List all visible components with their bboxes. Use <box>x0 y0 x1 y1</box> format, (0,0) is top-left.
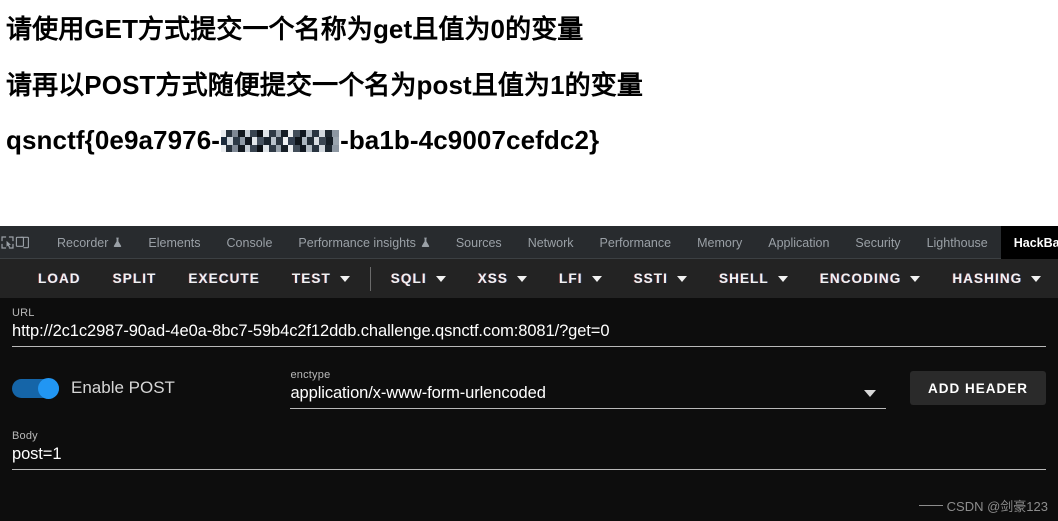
hackbar-load-button[interactable]: LOAD <box>22 259 97 298</box>
toggle-knob <box>38 377 59 399</box>
devtools-tab-hackbar[interactable]: HackBar <box>1000 226 1058 259</box>
enctype-label: enctype <box>290 369 331 381</box>
hackbar-toolbar: LOAD SPLIT EXECUTE TEST SQLI XSS LFI SST… <box>0 259 1058 298</box>
devtools-tab-label: Console <box>226 235 273 250</box>
hackbar-lfi-menu[interactable]: LFI <box>543 259 618 298</box>
devtools-tab-sources[interactable]: Sources <box>443 226 515 259</box>
devtools-tab-application[interactable]: Application <box>755 226 842 259</box>
devtools-tab-memory[interactable]: Memory <box>684 226 755 259</box>
devtools-tab-label: Memory <box>697 235 743 250</box>
hackbar-button-label: HASHING <box>952 271 1023 286</box>
hackbar-hashing-menu[interactable]: HASHING <box>936 259 1057 298</box>
devtools-tab-label: Sources <box>455 235 502 250</box>
body-input[interactable]: post=1 <box>12 445 1046 469</box>
devtools-tab-label: Performance <box>599 235 672 250</box>
challenge-instruction-get: 请使用GET方式提交一个名称为get且值为0的变量 <box>6 14 584 44</box>
watermark-text: CSDN @剑豪123 <box>946 499 1048 514</box>
devtools-tab-label: Lighthouse <box>926 235 988 250</box>
csdn-watermark: CSDN @剑豪123 <box>918 496 1048 515</box>
flag-redacted-mosaic <box>221 130 340 153</box>
devtools-tab-label: Security <box>855 235 901 250</box>
hackbar-test-menu[interactable]: TEST <box>276 259 366 298</box>
devtools-tab-label: Application <box>768 235 830 250</box>
hackbar-button-label: EXECUTE <box>188 271 260 286</box>
flag-suffix: -ba1b-4c9007cefdc2} <box>340 125 600 156</box>
chevron-down-icon <box>676 275 687 282</box>
chevron-down-icon <box>910 275 921 282</box>
enable-post-toggle[interactable]: Enable POST <box>12 377 290 409</box>
devtools-tab-label: Network <box>527 235 574 250</box>
url-underline <box>12 346 1046 347</box>
enctype-underline <box>290 408 886 409</box>
hackbar-execute-button[interactable]: EXECUTE <box>172 259 275 298</box>
flag-prefix: qsnctf{0e9a7976- <box>6 125 221 156</box>
hackbar-sqli-menu[interactable]: SQLI <box>375 259 462 298</box>
devtools-tab-recorder[interactable]: Recorder <box>44 226 135 259</box>
toggle-track[interactable] <box>12 377 59 399</box>
devtools-tab-bar: Recorder Elements Console Performance in… <box>0 226 1058 259</box>
devtools-tab-performance[interactable]: Performance <box>587 226 685 259</box>
chevron-down-icon <box>777 275 788 282</box>
devtools-tab-console[interactable]: Console <box>214 226 286 259</box>
hackbar-shell-menu[interactable]: SHELL <box>703 259 804 298</box>
chevron-down-icon <box>339 275 350 282</box>
add-header-label: ADD HEADER <box>927 380 1028 396</box>
devtools-tab-security[interactable]: Security <box>842 226 913 259</box>
devtools-window: Recorder Elements Console Performance in… <box>0 226 1058 521</box>
hackbar-ssti-menu[interactable]: SSTI <box>618 259 703 298</box>
enctype-value: application/x-www-form-urlencoded <box>290 384 546 402</box>
chevron-down-icon <box>591 275 602 282</box>
devtools-tab-lighthouse[interactable]: Lighthouse <box>914 226 1001 259</box>
chevron-down-icon <box>517 275 528 282</box>
url-field[interactable]: URL http://2c1c2987-90ad-4e0a-8bc7-59b4c… <box>12 298 1046 347</box>
flag-text: qsnctf{0e9a7976- -ba1b-4c9007cefdc2} <box>6 125 1058 156</box>
chevron-down-icon <box>435 275 446 282</box>
devtools-tab-label: Recorder <box>57 235 109 250</box>
hackbar-button-label: SHELL <box>718 271 769 286</box>
flask-icon <box>421 237 430 248</box>
body-label: Body <box>12 430 38 442</box>
hackbar-button-label: SQLI <box>390 271 427 286</box>
hackbar-button-label: XSS <box>477 271 509 286</box>
hackbar-form: URL http://2c1c2987-90ad-4e0a-8bc7-59b4c… <box>0 298 1058 521</box>
hackbar-button-label: ENCODING <box>819 271 902 286</box>
inspect-element-icon[interactable] <box>0 226 15 259</box>
hackbar-button-label: SPLIT <box>112 271 157 286</box>
hackbar-split-button[interactable]: SPLIT <box>97 259 173 298</box>
devtools-tab-network[interactable]: Network <box>515 226 587 259</box>
post-settings-row: Enable POST enctype application/x-www-fo… <box>12 369 1046 409</box>
hackbar-toolbar-divider <box>369 266 371 291</box>
chevron-down-icon <box>1031 275 1042 282</box>
device-toolbar-icon[interactable] <box>15 226 30 259</box>
hackbar-button-label: LOAD <box>38 271 81 286</box>
url-label: URL <box>12 307 35 319</box>
devtools-tab-elements[interactable]: Elements <box>135 226 213 259</box>
hackbar-encoding-menu[interactable]: ENCODING <box>804 259 937 298</box>
devtools-tab-label: Performance insights <box>298 235 416 250</box>
hackbar-button-label: SSTI <box>633 271 668 286</box>
watermark-dash <box>918 505 943 506</box>
hackbar-button-label: TEST <box>291 271 331 286</box>
add-header-button[interactable]: ADD HEADER <box>909 371 1046 405</box>
body-underline <box>12 469 1046 470</box>
devtools-tab-label: HackBar <box>1013 235 1058 250</box>
enctype-select[interactable]: enctype application/x-www-form-urlencode… <box>290 369 886 409</box>
challenge-instruction-post: 请再以POST方式随便提交一个名为post且值为1的变量 <box>6 69 643 100</box>
url-input[interactable]: http://2c1c2987-90ad-4e0a-8bc7-59b4c2f12… <box>12 322 1046 346</box>
chevron-down-icon[interactable] <box>863 390 876 397</box>
body-field[interactable]: Body post=1 <box>12 430 1046 470</box>
flask-icon <box>114 237 122 248</box>
enable-post-label: Enable POST <box>71 378 175 397</box>
hackbar-xss-menu[interactable]: XSS <box>462 259 543 298</box>
hackbar-button-label: LFI <box>559 271 583 286</box>
devtools-tab-performance-insights[interactable]: Performance insights <box>285 226 442 259</box>
devtools-tab-label: Elements <box>148 235 201 250</box>
rendered-page-output: 请使用GET方式提交一个名称为get且值为0的变量 请再以POST方式随便提交一… <box>0 0 1058 226</box>
